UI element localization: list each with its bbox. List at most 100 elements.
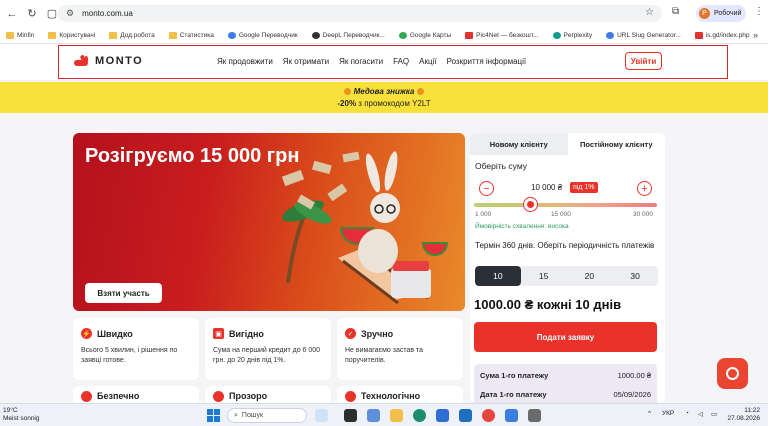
app-icon-terminal[interactable] <box>344 409 357 422</box>
nav-how-to-get[interactable]: Як отримати <box>283 57 329 66</box>
address-bar[interactable]: ⚙ monto.com.ua ☆ <box>58 5 662 22</box>
bookmark-users[interactable]: Користувачі <box>48 31 95 39</box>
bookmark-isgd[interactable]: is.gd/index.php <box>694 31 750 39</box>
increase-amount-button[interactable]: + <box>637 181 652 196</box>
isgd-icon <box>694 31 703 39</box>
first-payment-amount-row: Сума 1-го платежу 1000.00 ₴ <box>480 371 651 380</box>
term-option-30[interactable]: 30 <box>612 266 658 286</box>
windows-taskbar: 19°C Meist sonnig ⌕ Пошук ^ УКР ◔ ◁ ▭ 11:2… <box>0 403 768 426</box>
slider-mid: 15 000 <box>551 211 571 218</box>
reload-icon[interactable]: ↻ <box>24 6 40 22</box>
back-icon[interactable]: ← <box>4 6 20 22</box>
tab-new-client[interactable]: Новому клієнту <box>470 133 568 155</box>
promo-code-text: -20% з промокодом Y2LT <box>337 99 431 108</box>
mail-icon[interactable] <box>459 409 472 422</box>
windows-start-icon[interactable] <box>207 409 220 422</box>
nav-promotions[interactable]: Акції <box>419 57 436 66</box>
feature-title: Вигідно <box>229 328 264 339</box>
feature-text: Всього 5 хвилин, і рішення по заявці гот… <box>81 347 178 364</box>
bookmark-statistics[interactable]: Статистика <box>168 31 214 39</box>
term-option-20[interactable]: 20 <box>567 266 613 286</box>
join-button[interactable]: Взяти участь <box>85 283 162 303</box>
site-info-icon[interactable]: ⚙ <box>66 8 74 19</box>
clock[interactable]: 11:22 27.08.2026 <box>726 407 760 423</box>
more-bookmarks-icon[interactable]: » <box>753 30 758 40</box>
apply-button[interactable]: Подати заявку <box>474 322 657 352</box>
term-option-15[interactable]: 15 <box>521 266 567 286</box>
tab-returning-client[interactable]: Постійному клієнту <box>567 133 665 155</box>
task-view-icon[interactable] <box>315 409 328 422</box>
taskbar-search[interactable]: ⌕ Пошук <box>227 408 307 423</box>
weather-widget[interactable]: 19°C Meist sonnig <box>3 407 40 423</box>
profile-button[interactable]: Р Робочий <box>696 5 746 22</box>
bookmark-deepl[interactable]: DeepL Переводчик... <box>311 31 385 39</box>
wifi-icon[interactable]: ◔ <box>685 410 689 417</box>
file-explorer-icon[interactable] <box>390 409 403 422</box>
chat-button[interactable] <box>717 358 748 389</box>
choose-sum-label: Оберіть суму <box>475 161 528 171</box>
rate-badge: під 1% <box>570 182 598 193</box>
term-option-10[interactable]: 10 <box>475 266 521 286</box>
language-indicator[interactable]: УКР <box>662 410 674 417</box>
store-icon[interactable] <box>436 409 449 422</box>
nav-faq[interactable]: FAQ <box>393 57 409 66</box>
folder-icon <box>168 31 177 39</box>
login-button[interactable]: Увійти <box>625 52 662 70</box>
deepl-icon <box>311 31 320 39</box>
bookmark-google-translate[interactable]: Google Переводчик <box>227 31 298 39</box>
bookmark-google-maps[interactable]: Google Карты <box>398 31 451 39</box>
slider-min: 1 000 <box>475 211 492 218</box>
edge-icon[interactable] <box>413 409 426 422</box>
chrome-icon[interactable] <box>482 409 495 422</box>
logo-text: MONTO <box>95 55 144 67</box>
main-nav: Як продовжити Як отримати Як погасити FA… <box>217 57 536 66</box>
client-tabs: Новому клієнту Постійному клієнту <box>470 133 665 155</box>
honey-icon <box>343 88 351 96</box>
volume-icon[interactable]: ◁ <box>698 410 703 418</box>
app-icon-copilot[interactable] <box>367 409 380 422</box>
feature-title: Швидко <box>97 328 133 339</box>
slider-max: 30 000 <box>633 211 653 218</box>
promo-title: Медова знижка <box>0 87 768 96</box>
term-label: Термін 360 днів. Оберіть періодичність п… <box>475 241 655 250</box>
bookmarks-bar: Minfin Користувачі Дод.робота Статистика… <box>0 27 768 44</box>
decrease-amount-button[interactable]: − <box>479 181 494 196</box>
bookmark-perplexity[interactable]: Perplexity <box>552 31 592 39</box>
app-icon-photos[interactable] <box>528 409 541 422</box>
search-icon: ⌕ <box>234 411 238 419</box>
nav-how-to-extend[interactable]: Як продовжити <box>217 57 273 66</box>
feature-text: Сума на перший кредит до 6 000 грн. до 2… <box>213 347 321 364</box>
slug-icon <box>606 31 615 39</box>
nav-disclosure[interactable]: Розкриття інформації <box>447 57 527 66</box>
bookmark-star-icon[interactable]: ☆ <box>645 7 654 18</box>
feature-card-fast: ⚡ Швидко Всього 5 хвилин, і рішення по за… <box>73 318 199 380</box>
lightning-icon: ⚡ <box>81 328 92 339</box>
payment-summary: 1000.00 ₴ кожні 10 днів <box>474 297 622 312</box>
perplexity-icon <box>552 31 561 39</box>
folder-icon <box>48 31 57 39</box>
nav-how-to-repay[interactable]: Як погасити <box>339 57 383 66</box>
promo-banner: Медова знижка -20% з промокодом Y2LT <box>0 82 768 113</box>
word-icon[interactable] <box>505 409 518 422</box>
pic4net-icon <box>465 31 474 39</box>
folder-icon <box>109 31 118 39</box>
translate-icon <box>227 31 236 39</box>
bookmark-extra-work[interactable]: Дод.робота <box>109 31 155 39</box>
payment-details: Сума 1-го платежу 1000.00 ₴ Дата 1-го пла… <box>474 364 657 404</box>
logo[interactable]: MONTO <box>74 54 144 67</box>
term-selector: 10 15 20 30 <box>475 266 658 286</box>
extensions-icon[interactable]: ⧉ <box>672 6 679 17</box>
loan-amount: 10 000 ₴ <box>531 183 563 192</box>
bookmark-url-slug[interactable]: URL Slug Generator... <box>606 31 681 39</box>
eye-icon <box>213 390 224 402</box>
bookmark-minfin[interactable]: Minfin <box>6 31 34 39</box>
feature-text: Не вимагаємо застав та поручителів. <box>345 347 424 364</box>
battery-icon[interactable]: ▭ <box>711 410 717 418</box>
chip-icon <box>345 390 356 402</box>
shield-icon <box>81 390 92 402</box>
bookmark-pic4net[interactable]: Pic4Net — безкошт... <box>465 31 539 39</box>
browser-menu-icon[interactable]: ⋮ <box>754 6 764 17</box>
honey-icon <box>417 88 425 96</box>
amount-slider[interactable] <box>474 203 657 207</box>
show-hidden-icons[interactable]: ^ <box>648 410 651 417</box>
